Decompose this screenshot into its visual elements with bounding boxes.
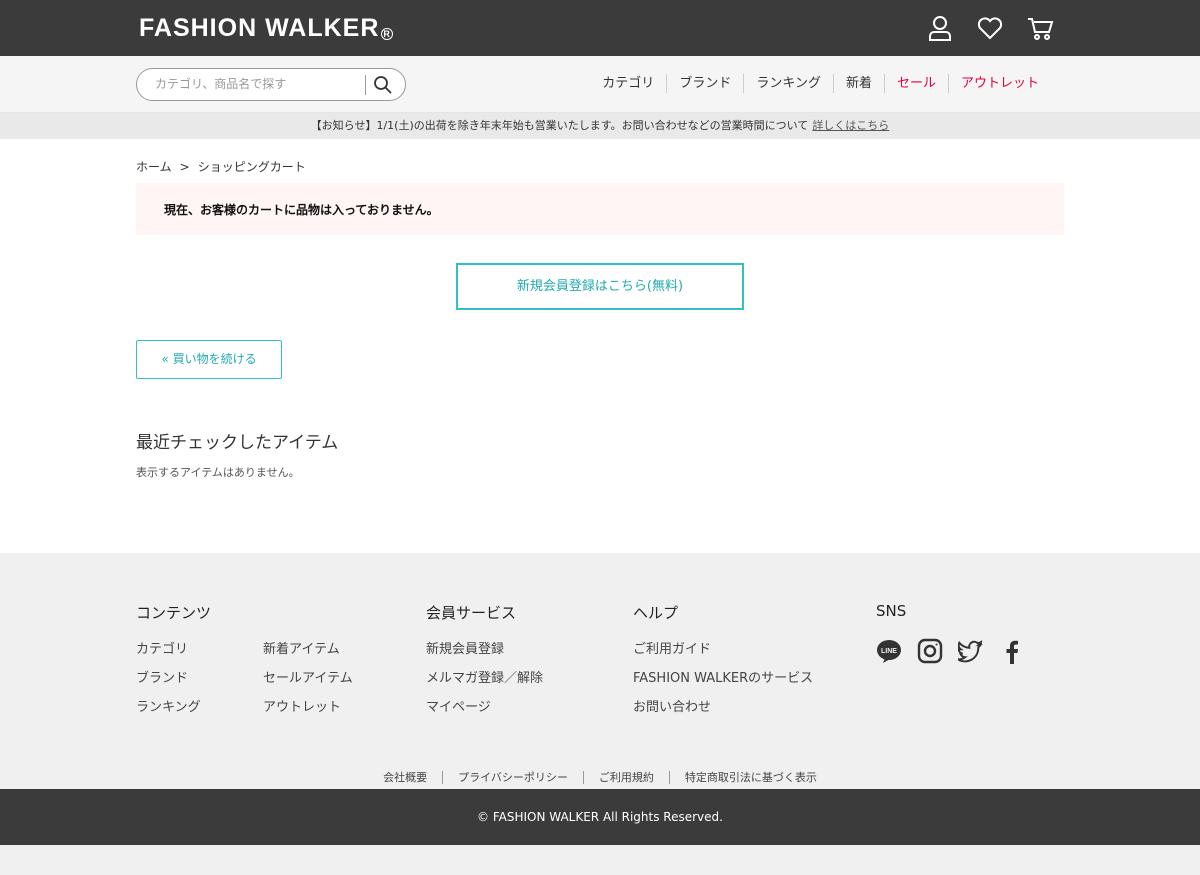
line-icon[interactable]: LINE	[876, 638, 902, 664]
main-content: ホーム > ショッピングカート 現在、お客様のカートに品物は入っておりません。 新規…	[0, 139, 1200, 553]
top-header: FASHION WALKER R	[0, 0, 1200, 56]
main-menu: カテゴリ ブランド ランキング 新着 セール アウトレット	[590, 74, 1051, 93]
recent-items-empty: 表示するアイテムはありません。	[136, 466, 300, 479]
facebook-icon[interactable]	[999, 638, 1025, 664]
empty-cart-alert: 現在、お客様のカートに品物は入っておりません。	[136, 183, 1064, 235]
search-divider	[365, 75, 366, 95]
cart-icon[interactable]	[1026, 14, 1054, 42]
legal-link-commerce-law[interactable]: 特定商取引法に基づく表示	[668, 771, 832, 784]
footer-link-brand[interactable]: ブランド	[136, 670, 263, 687]
footer-sns: SNS LINE	[876, 602, 1025, 664]
footer-link-mypage[interactable]: マイページ	[426, 699, 543, 716]
search-box	[136, 68, 406, 101]
menu-item-sale[interactable]: セール	[883, 74, 948, 93]
footer: コンテンツ カテゴリ ブランド ランキング 新着アイテム セールアイテム アウト…	[0, 553, 1200, 789]
breadcrumb-current: ショッピングカート	[197, 160, 306, 174]
logo-registered-mark: R	[381, 28, 393, 40]
legal-links: 会社概要 プライバシーポリシー ご利用規約 特定商取引法に基づく表示	[0, 771, 1200, 784]
footer-help: ヘルプ ご利用ガイド FASHION WALKERのサービス お問い合わせ	[633, 602, 813, 728]
footer-contents-title: コンテンツ	[136, 604, 212, 622]
copyright: © FASHION WALKER All Rights Reserved.	[0, 789, 1200, 845]
footer-link-guide[interactable]: ご利用ガイド	[633, 641, 813, 658]
menu-item-brand[interactable]: ブランド	[666, 74, 743, 93]
breadcrumb: ホーム > ショッピングカート	[136, 158, 306, 175]
register-button[interactable]: 新規会員登録はこちら(無料)	[456, 263, 744, 310]
search-icon[interactable]	[373, 75, 393, 95]
footer-link-ranking[interactable]: ランキング	[136, 699, 263, 716]
footer-help-title: ヘルプ	[633, 604, 679, 622]
notice-link[interactable]: 詳しくはこちら	[812, 119, 889, 132]
sns-icon-list: LINE	[876, 638, 1025, 664]
logo-text: FASHION WALKER	[139, 14, 380, 42]
twitter-icon[interactable]	[957, 638, 984, 664]
legal-link-terms[interactable]: ご利用規約	[582, 771, 669, 784]
search-input[interactable]	[155, 77, 355, 91]
footer-member: 会員サービス 新規会員登録 メルマガ登録／解除 マイページ	[426, 602, 543, 728]
site-logo[interactable]: FASHION WALKER R	[139, 14, 393, 43]
header-icons	[926, 14, 1054, 42]
footer-link-category[interactable]: カテゴリ	[136, 641, 263, 658]
footer-link-services[interactable]: FASHION WALKERのサービス	[633, 670, 813, 687]
menu-item-category[interactable]: カテゴリ	[590, 74, 666, 93]
nav-bar: カテゴリ ブランド ランキング 新着 セール アウトレット	[0, 56, 1200, 113]
notice-text: 【お知らせ】1/1(土)の出荷を除き年末年始も営業いたします。お問い合わせなどの…	[310, 119, 809, 132]
notice-bar: 【お知らせ】1/1(土)の出荷を除き年末年始も営業いたします。お問い合わせなどの…	[0, 113, 1200, 139]
legal-link-privacy[interactable]: プライバシーポリシー	[442, 771, 583, 784]
breadcrumb-separator: >	[179, 160, 190, 174]
legal-link-company[interactable]: 会社概要	[368, 771, 442, 784]
footer-link-register[interactable]: 新規会員登録	[426, 641, 543, 658]
svg-text:LINE: LINE	[881, 648, 897, 655]
footer-sns-title: SNS	[876, 602, 907, 620]
heart-icon[interactable]	[976, 14, 1004, 42]
menu-item-new[interactable]: 新着	[832, 74, 884, 93]
recent-items-title: 最近チェックしたアイテム	[136, 433, 339, 453]
footer-link-new-items[interactable]: 新着アイテム	[263, 641, 353, 658]
footer-member-title: 会員サービス	[426, 604, 517, 622]
footer-contents: コンテンツ カテゴリ ブランド ランキング 新着アイテム セールアイテム アウト…	[136, 602, 353, 728]
footer-link-outlet[interactable]: アウトレット	[263, 699, 353, 716]
footer-link-contact[interactable]: お問い合わせ	[633, 699, 813, 716]
menu-item-ranking[interactable]: ランキング	[743, 74, 833, 93]
footer-link-sale-items[interactable]: セールアイテム	[263, 670, 353, 687]
continue-shopping-button[interactable]: « 買い物を続ける	[136, 340, 282, 379]
footer-link-newsletter[interactable]: メルマガ登録／解除	[426, 670, 543, 687]
instagram-icon[interactable]	[917, 638, 943, 664]
user-icon[interactable]	[926, 14, 954, 42]
menu-item-outlet[interactable]: アウトレット	[947, 74, 1051, 93]
breadcrumb-home[interactable]: ホーム	[136, 160, 172, 174]
